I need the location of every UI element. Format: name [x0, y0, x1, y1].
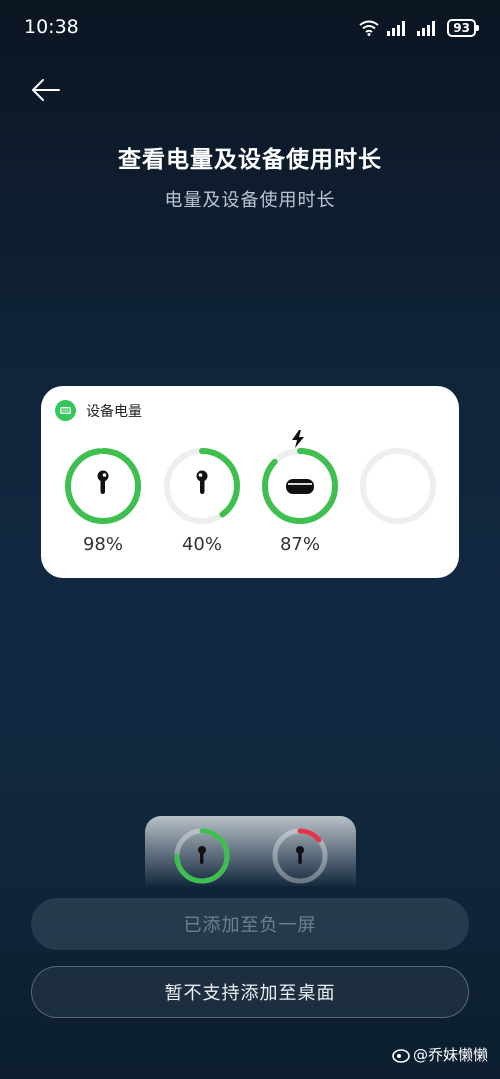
preview-left-earbud: [174, 828, 230, 884]
widget-title: 设备电量: [86, 403, 142, 420]
battery-ring: [360, 448, 436, 524]
back-button[interactable]: [28, 72, 64, 108]
battery-widget-card: 设备电量 98% 40% 87%: [41, 386, 459, 578]
status-time: 10:38: [24, 16, 79, 38]
earbud-left-icon: [97, 470, 109, 494]
device-charging-case: 87%: [258, 430, 342, 555]
earbud-right-icon: [196, 470, 208, 494]
battery-percent: 87%: [279, 534, 320, 555]
page-subtitle: 电量及设备使用时长: [164, 190, 336, 211]
status-icons: 93: [359, 19, 479, 37]
signal-icon: [387, 21, 406, 36]
charging-bolt-icon: [292, 430, 304, 448]
battery-icon: 93: [447, 19, 479, 37]
negative-screen-preview: [145, 816, 356, 886]
battery-ring: [65, 448, 141, 524]
added-to-negative-screen-button[interactable]: 已添加至负一屏: [31, 898, 469, 950]
device-right-earbud: 40%: [160, 444, 244, 555]
watermark: @乔妹懒懒: [392, 1044, 488, 1065]
status-bar: 10:38 93: [0, 0, 500, 58]
case-icon: [286, 479, 314, 494]
page-title: 查看电量及设备使用时长: [118, 147, 382, 173]
watermark-text: @乔妹懒懒: [412, 1046, 488, 1064]
logo-icon: [392, 1048, 410, 1063]
battery-app-icon: [55, 400, 76, 421]
signal-icon: [417, 21, 436, 36]
add-to-desktop-button[interactable]: 暂不支持添加至桌面: [31, 966, 469, 1018]
device-empty-slot: [356, 444, 440, 528]
widget-header: 设备电量: [55, 400, 142, 421]
preview-right-earbud: [272, 828, 328, 884]
battery-percent: 98%: [82, 534, 123, 555]
wifi-icon: [359, 20, 379, 36]
arrow-left-icon: [32, 79, 60, 101]
device-left-earbud: 98%: [61, 444, 145, 555]
battery-ring: [164, 448, 240, 524]
battery-percent: 40%: [181, 534, 222, 555]
battery-ring: [262, 448, 338, 524]
